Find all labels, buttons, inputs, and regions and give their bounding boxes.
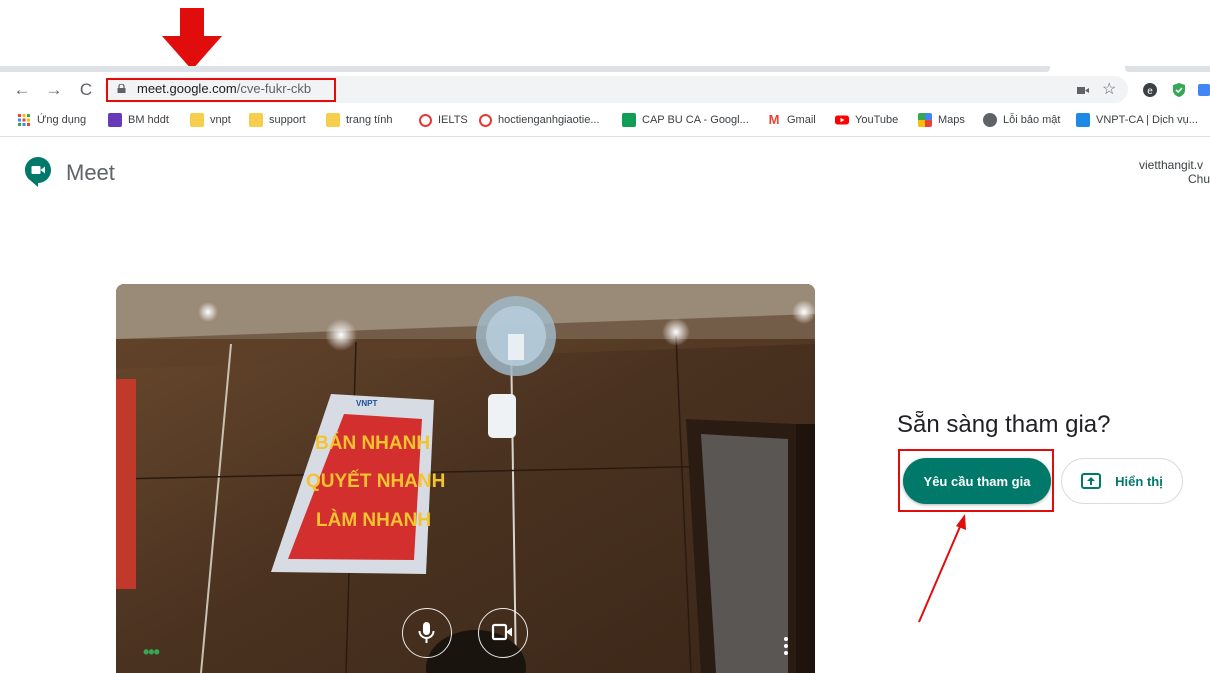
translate-extension-icon[interactable]: [1196, 81, 1210, 99]
bookmark-label: Lỗi bảo mật: [1003, 114, 1061, 126]
bookmark-trang-tinh[interactable]: trang tính: [326, 110, 392, 130]
app-title: Meet: [66, 160, 115, 185]
account-email[interactable]: vietthangit.v: [1139, 158, 1203, 172]
camera-toggle-button[interactable]: [478, 608, 528, 658]
folder-icon: [326, 113, 340, 127]
microphone-toggle-button[interactable]: [402, 608, 452, 658]
poster-line-3: LÀM NHANH: [316, 509, 431, 531]
bookmark-gmail[interactable]: M Gmail: [767, 110, 816, 130]
camera-permission-icon[interactable]: [1074, 81, 1092, 99]
reload-icon[interactable]: C: [76, 80, 96, 100]
camera-feed-image: VNPT BÁN NHANH QUYẾT NHANH LÀM NHANH: [116, 284, 815, 673]
poster-line-1: BÁN NHANH: [315, 432, 430, 454]
e-logo-icon: [419, 113, 432, 127]
extension-e-icon[interactable]: e: [1141, 81, 1159, 99]
bookmark-apps[interactable]: Ứng dụng: [17, 110, 86, 130]
back-icon[interactable]: ←: [12, 80, 32, 100]
bookmark-label: support: [269, 114, 306, 126]
bookmark-label: trang tính: [346, 114, 393, 126]
bookmark-hoctienganh[interactable]: hoctienganhgiaotie...: [479, 110, 600, 130]
bookmark-label: YouTube: [855, 114, 899, 126]
form-icon: [108, 113, 122, 127]
bookmark-vnpt-ca[interactable]: VNPT-CA | Dịch vụ...: [1076, 110, 1198, 130]
bookmark-youtube[interactable]: YouTube: [835, 110, 898, 130]
bookmark-cap-bu-ca[interactable]: CAP BU CA - Googl...: [622, 110, 749, 130]
meet-logo-icon: [25, 157, 51, 187]
bookmark-label: CAP BU CA - Googl...: [642, 114, 749, 126]
bookmark-vnpt[interactable]: vnpt: [190, 110, 231, 130]
bookmark-loi-bao-mat[interactable]: Lỗi bảo mật: [983, 110, 1060, 130]
annotation-join-highlight: [898, 449, 1054, 512]
maps-icon: [918, 113, 932, 127]
bookmark-label: Maps: [938, 114, 965, 126]
account-switch[interactable]: Chu: [1188, 172, 1210, 186]
bookmark-label: IELTS: [438, 114, 468, 126]
svg-text:e: e: [1147, 86, 1153, 97]
annotation-arrow-down: [162, 8, 222, 70]
bookmark-support[interactable]: support: [249, 110, 306, 130]
vnpt-ca-icon: [1076, 113, 1090, 127]
annotation-pointer-arrow: [918, 514, 966, 623]
globe-icon: [983, 113, 997, 127]
more-options-icon[interactable]: [784, 636, 788, 656]
present-button[interactable]: Hiển thị: [1061, 458, 1183, 504]
poster-line-2: QUYẾT NHANH: [306, 470, 445, 492]
apps-grid-icon: [18, 114, 30, 126]
bookmark-label: vnpt: [210, 114, 231, 126]
gmail-icon: M: [768, 112, 780, 127]
present-screen-icon: [1081, 473, 1102, 489]
present-label: Hiển thị: [1115, 473, 1163, 489]
microphone-icon: [418, 622, 435, 643]
camera-preview: VNPT BÁN NHANH QUYẾT NHANH LÀM NHANH •••: [116, 284, 815, 673]
bookmark-label: Ứng dụng: [37, 114, 87, 126]
bookmark-label: BM hddt: [128, 114, 169, 126]
poster-brand: VNPT: [356, 399, 377, 408]
bookmark-label: Gmail: [787, 114, 816, 126]
youtube-icon: [835, 115, 849, 125]
folder-icon: [190, 113, 204, 127]
bookmark-ielts[interactable]: IELTS: [419, 110, 468, 130]
sheets-icon: [622, 113, 636, 127]
bookmark-label: hoctienganhgiaotie...: [498, 114, 600, 126]
video-camera-icon: [491, 623, 512, 641]
e-logo-icon: [479, 113, 492, 127]
more-dots-icon[interactable]: •••: [143, 642, 160, 663]
shield-extension-icon[interactable]: [1170, 81, 1188, 99]
forward-icon[interactable]: →: [44, 80, 64, 100]
bookmark-bm-hddt[interactable]: BM hddt: [108, 110, 169, 130]
annotation-url-highlight: [106, 78, 336, 102]
bookmark-maps[interactable]: Maps: [918, 110, 965, 130]
ready-to-join-heading: Sẵn sàng tham gia?: [897, 411, 1111, 438]
bookmark-star-icon[interactable]: ☆: [1102, 81, 1120, 99]
bookmark-label: VNPT-CA | Dịch vụ...: [1096, 114, 1198, 126]
folder-icon: [249, 113, 263, 127]
